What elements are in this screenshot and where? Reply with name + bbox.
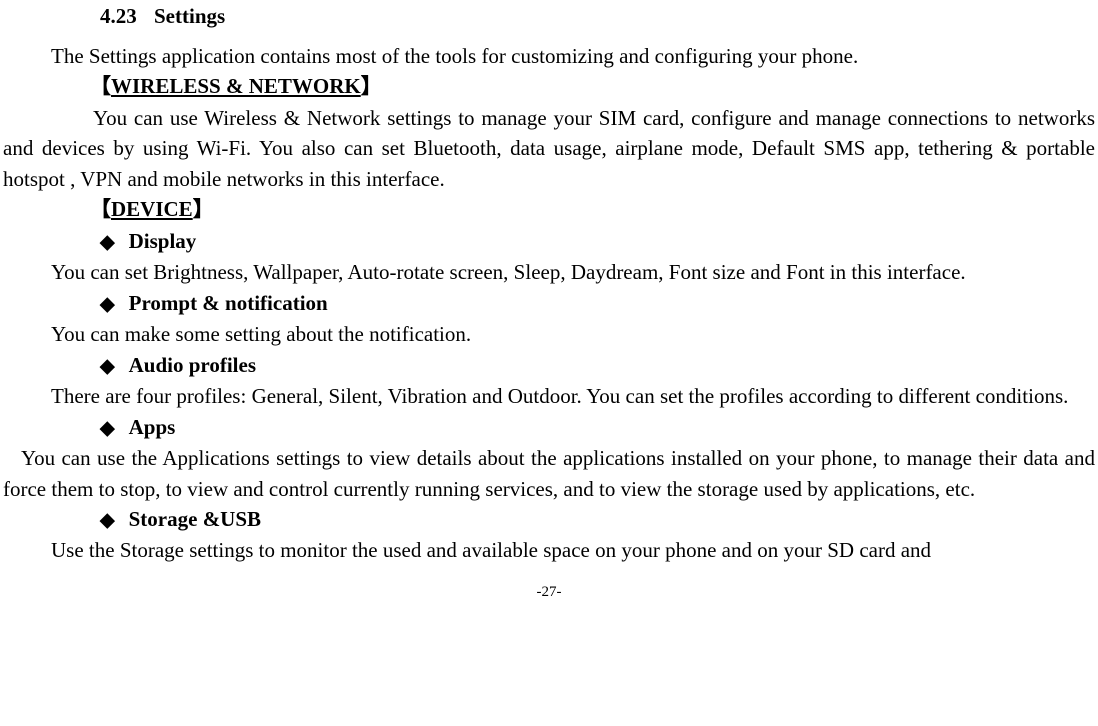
wireless-heading: 【WIRELESS & NETWORK】: [90, 71, 1098, 103]
bullet-audio: ◆ Audio profiles: [100, 350, 1098, 382]
section-number: 4.23: [100, 4, 137, 29]
bullet-prompt: ◆ Prompt & notification: [100, 288, 1098, 320]
left-bracket-icon: 【: [90, 71, 111, 103]
diamond-icon: ◆: [100, 229, 115, 258]
wireless-heading-text: WIRELESS & NETWORK: [111, 74, 361, 98]
prompt-body: You can make some setting about the noti…: [3, 319, 1095, 349]
page-container: 4.23 Settings The Settings application c…: [0, 0, 1098, 601]
device-heading: 【DEVICE】: [90, 194, 1098, 226]
apps-body: You can use the Applications settings to…: [3, 443, 1095, 504]
section-title-text: Settings: [154, 4, 225, 28]
bullet-label: Display: [129, 229, 197, 253]
storage-body: Use the Storage settings to monitor the …: [3, 535, 1095, 565]
bullet-storage: ◆ Storage &USB: [100, 504, 1098, 536]
device-heading-text: DEVICE: [111, 197, 193, 221]
diamond-icon: ◆: [100, 415, 115, 444]
bullet-label: Audio profiles: [129, 353, 256, 377]
right-bracket-icon: 】: [361, 71, 382, 103]
wireless-body: You can use Wireless & Network settings …: [3, 103, 1095, 194]
diamond-icon: ◆: [100, 291, 115, 320]
bullet-apps: ◆ Apps: [100, 412, 1098, 444]
left-bracket-icon: 【: [90, 194, 111, 226]
diamond-icon: ◆: [100, 353, 115, 382]
bullet-label: Prompt & notification: [129, 291, 328, 315]
bullet-label: Apps: [129, 415, 176, 439]
page-number: -27-: [0, 584, 1098, 601]
display-body: You can set Brightness, Wallpaper, Auto-…: [3, 257, 1095, 287]
audio-body: There are four profiles: General, Silent…: [3, 381, 1095, 411]
diamond-icon: ◆: [100, 507, 115, 536]
intro-paragraph: The Settings application contains most o…: [3, 41, 1095, 71]
bullet-display: ◆ Display: [100, 226, 1098, 258]
section-heading: 4.23 Settings: [100, 4, 1098, 29]
bullet-label: Storage &USB: [129, 507, 261, 531]
right-bracket-icon: 】: [193, 194, 214, 226]
wireless-body-text: You can use Wireless & Network settings …: [3, 106, 1095, 191]
